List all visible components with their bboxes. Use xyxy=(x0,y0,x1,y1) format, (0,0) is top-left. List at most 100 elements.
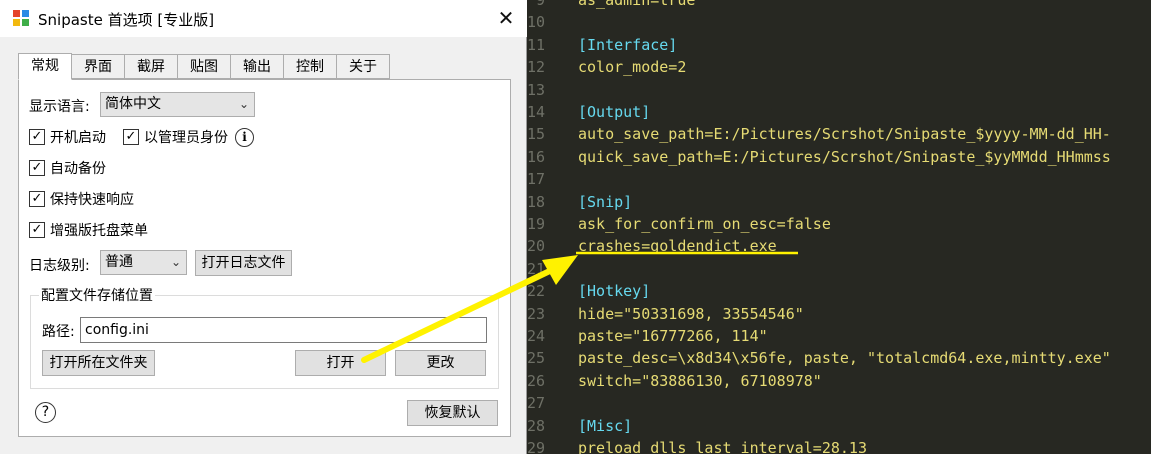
code-text: switch="83886130, 67108978" xyxy=(578,371,822,390)
autostart-checkbox[interactable]: ✓ 开机启动 xyxy=(29,127,106,147)
code-line[interactable]: 17 xyxy=(527,168,1151,190)
code-line[interactable]: 27 xyxy=(527,392,1151,414)
line-number: 24 xyxy=(527,327,546,345)
line-number: 21 xyxy=(527,259,546,278)
code-text: paste="16777266, 114" xyxy=(578,327,768,345)
code-line[interactable]: 18 [Snip] xyxy=(527,191,1151,213)
code-line[interactable]: 19 ask_for_confirm_on_esc=false xyxy=(527,213,1151,235)
code-text: [Snip] xyxy=(578,192,633,211)
line-number: 18 xyxy=(527,192,546,211)
tab-snip[interactable]: 截屏 xyxy=(125,54,178,79)
tab-interface[interactable]: 界面 xyxy=(72,54,125,79)
code-editor[interactable]: 9 as_admin=true 10 11 [Interface] 12 color_mod… xyxy=(527,0,1151,454)
code-text: [Hotkey] xyxy=(578,282,651,301)
code-text: hide="50331698, 33554546" xyxy=(578,304,804,323)
code-text: crashes=goldendict.exe xyxy=(578,237,777,256)
config-group-title: 配置文件存储位置 xyxy=(39,285,155,305)
auto-backup-checkbox[interactable]: ✓ 自动备份 xyxy=(29,158,106,178)
keep-responsive-label: 保持快速响应 xyxy=(50,192,134,208)
code-line[interactable]: 28 [Misc] xyxy=(527,415,1151,437)
line-number: 12 xyxy=(527,58,546,77)
line-number: 11 xyxy=(527,35,546,54)
code-line[interactable]: 20 crashes=goldendict.exe xyxy=(527,235,1151,257)
tab-general[interactable]: 常规 xyxy=(18,53,72,80)
line-number: 20 xyxy=(527,237,546,256)
log-level-select[interactable]: 普通 ⌄ xyxy=(100,250,187,275)
checkbox-checked-icon: ✓ xyxy=(29,129,45,145)
line-number: 15 xyxy=(527,125,546,144)
code-text: preload_dlls_last_interval=28.13 xyxy=(578,439,867,454)
tab-control[interactable]: 控制 xyxy=(284,54,337,79)
code-text: as_admin=true xyxy=(578,0,696,9)
code-line[interactable]: 25 paste_desc=\x8d34\x56fe, paste, "total… xyxy=(527,347,1151,369)
code-text: [Interface] xyxy=(578,35,678,54)
code-line[interactable]: 22 [Hotkey] xyxy=(527,280,1151,302)
log-level-value: 普通 xyxy=(105,254,133,270)
run-as-admin-label: 以管理员身份 xyxy=(144,130,228,146)
code-line[interactable]: 23 hide="50331698, 33554546" xyxy=(527,303,1151,325)
tab-paste[interactable]: 贴图 xyxy=(178,54,231,79)
title-bar[interactable]: Snipaste 首选项 [专业版] ✕ xyxy=(0,0,527,37)
preferences-dialog: Snipaste 首选项 [专业版] ✕ 常规 界面 截屏 贴图 输出 控制 关… xyxy=(0,0,527,454)
general-tab-panel: 显示语言: 简体中文 ⌄ ✓ 开机启动 ✓ 以管理员身份 i ✓ 自动备份 ✓ … xyxy=(18,79,511,437)
change-config-button[interactable]: 更改 xyxy=(395,350,486,376)
language-value: 简体中文 xyxy=(105,96,161,112)
info-icon[interactable]: i xyxy=(235,127,254,147)
code-line[interactable]: 13 xyxy=(527,79,1151,101)
autostart-label: 开机启动 xyxy=(50,130,106,146)
help-icon[interactable]: ? xyxy=(35,402,56,423)
checkbox-checked-icon: ✓ xyxy=(29,191,45,207)
enhanced-tray-menu-label: 增强版托盘菜单 xyxy=(50,223,148,239)
checkbox-checked-icon: ✓ xyxy=(29,160,45,176)
line-number: 27 xyxy=(527,394,546,413)
code-line[interactable]: 9 as_admin=true xyxy=(527,0,1151,11)
code-line[interactable]: 29 preload_dlls_last_interval=28.13 xyxy=(527,437,1151,454)
line-number: 19 xyxy=(527,215,546,233)
code-line[interactable]: 10 xyxy=(527,11,1151,33)
code-text: quick_save_path=E:/Pictures/Scrshot/Snip… xyxy=(578,147,1111,166)
config-path-input[interactable]: config.ini xyxy=(80,317,487,343)
code-text: paste_desc=\x8d34\x56fe, paste, "totalcm… xyxy=(578,349,1111,368)
chevron-down-icon: ⌄ xyxy=(170,255,181,269)
line-number: 17 xyxy=(527,170,546,189)
code-line[interactable]: 12 color_mode=2 xyxy=(527,56,1151,78)
line-number: 14 xyxy=(527,103,546,121)
log-level-label: 日志级别: xyxy=(29,258,90,274)
code-text: [Misc] xyxy=(578,416,633,435)
code-line[interactable]: 16 quick_save_path=E:/Pictures/Scrshot/Sn… xyxy=(527,146,1151,168)
line-number: 10 xyxy=(527,13,546,32)
line-number: 16 xyxy=(527,147,546,166)
open-config-button[interactable]: 打开 xyxy=(295,350,386,376)
line-number: 25 xyxy=(527,349,546,368)
tab-output[interactable]: 输出 xyxy=(231,54,284,79)
code-line[interactable]: 24 paste="16777266, 114" xyxy=(527,325,1151,347)
code-text: auto_save_path=E:/Pictures/Scrshot/Snipa… xyxy=(578,125,1111,144)
close-icon[interactable]: ✕ xyxy=(490,3,522,33)
open-log-file-button[interactable]: 打开日志文件 xyxy=(195,250,292,276)
chevron-down-icon: ⌄ xyxy=(238,97,249,111)
line-number: 26 xyxy=(527,371,546,390)
code-line[interactable]: 11 [Interface] xyxy=(527,34,1151,56)
keep-responsive-checkbox[interactable]: ✓ 保持快速响应 xyxy=(29,189,134,209)
code-line[interactable]: 26 switch="83886130, 67108978" xyxy=(527,370,1151,392)
enhanced-tray-menu-checkbox[interactable]: ✓ 增强版托盘菜单 xyxy=(29,220,148,240)
line-number: 22 xyxy=(527,282,546,301)
restore-defaults-button[interactable]: 恢复默认 xyxy=(407,400,498,426)
code-line[interactable]: 15 auto_save_path=E:/Pictures/Scrshot/Sni… xyxy=(527,123,1151,145)
run-as-admin-checkbox[interactable]: ✓ 以管理员身份 i xyxy=(123,127,254,147)
code-line[interactable]: 14 [Output] xyxy=(527,101,1151,123)
line-number: 9 xyxy=(535,0,545,9)
language-select[interactable]: 简体中文 ⌄ xyxy=(100,92,255,117)
code-text: color_mode=2 xyxy=(578,58,687,77)
code-line[interactable]: 21 xyxy=(527,258,1151,280)
window-title: Snipaste 首选项 [专业版] xyxy=(38,11,215,29)
language-label: 显示语言: xyxy=(29,99,90,115)
line-number: 13 xyxy=(527,80,546,99)
open-folder-button[interactable]: 打开所在文件夹 xyxy=(42,350,155,376)
tab-about[interactable]: 关于 xyxy=(337,54,390,79)
tab-bar: 常规 界面 截屏 贴图 输出 控制 关于 xyxy=(18,53,390,80)
auto-backup-label: 自动备份 xyxy=(50,161,106,177)
checkbox-checked-icon: ✓ xyxy=(29,222,45,238)
code-text: ask_for_confirm_on_esc=false xyxy=(578,215,831,233)
code-text: [Output] xyxy=(578,103,651,121)
